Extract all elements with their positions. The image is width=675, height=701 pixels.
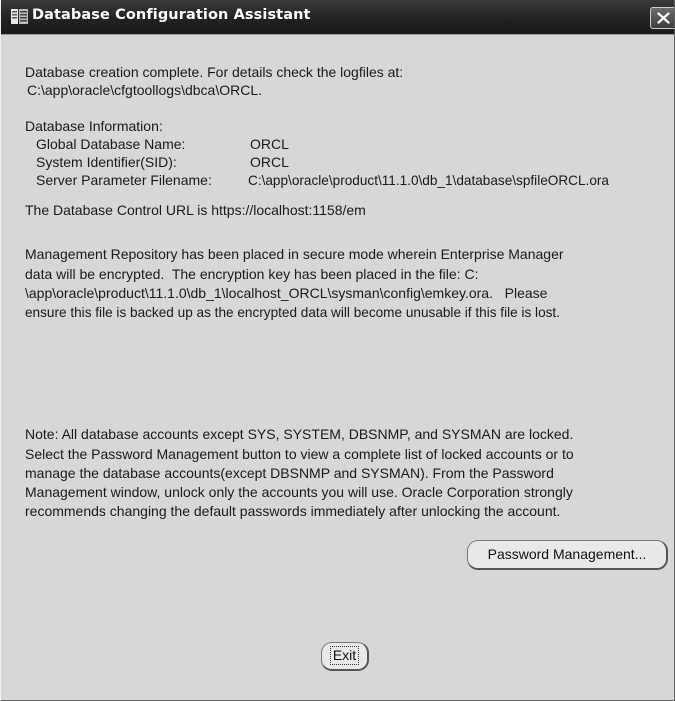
spfile-label: Server Parameter Filename:: [36, 172, 212, 188]
note-msg-line: manage the database accounts(except DBSN…: [25, 465, 554, 481]
title-bar[interactable]: Database Configuration Assistant: [1, 0, 674, 35]
note-msg-line: Management window, unlock only the accou…: [25, 484, 573, 500]
dbca-window: Database Configuration Assistant Databas…: [0, 0, 675, 701]
global-db-name-label: Global Database Name:: [36, 136, 186, 152]
repository-msg-line: \app\oracle\product\11.1.0\db_1\localhos…: [25, 285, 548, 301]
exit-button-label: Exit: [329, 646, 360, 665]
sid-value: ORCL: [250, 154, 289, 170]
close-icon: [657, 12, 670, 24]
repository-msg-line: ensure this file is backed up as the enc…: [25, 305, 560, 320]
note-msg-line: Select the Password Management button to…: [25, 446, 574, 462]
note-msg-line: recommends changing the default password…: [25, 503, 561, 519]
oracle-dbca-icon: [11, 9, 28, 24]
control-url-text: The Database Control URL is https://loca…: [25, 202, 366, 218]
repository-msg-line: data will be encrypted. The encryption k…: [25, 266, 479, 282]
completion-message: Database creation complete. For details …: [25, 64, 404, 80]
note-msg-line: Note: All database accounts except SYS, …: [25, 426, 574, 442]
repository-msg-line: Management Repository has been placed in…: [25, 246, 564, 262]
exit-button[interactable]: Exit: [321, 642, 369, 671]
window-title: Database Configuration Assistant: [32, 7, 311, 23]
logfile-path: C:\app\oracle\cfgtoollogs\dbca\ORCL.: [27, 82, 263, 98]
spfile-value: C:\app\oracle\product\11.1.0\db_1\databa…: [248, 173, 609, 188]
db-info-heading: Database Information:: [25, 118, 163, 134]
dialog-content: Database creation complete. For details …: [1, 35, 674, 700]
password-management-button[interactable]: Password Management...: [467, 540, 668, 570]
sid-label: System Identifier(SID):: [36, 154, 177, 170]
global-db-name-value: ORCL: [250, 136, 289, 152]
close-button[interactable]: [650, 7, 674, 29]
